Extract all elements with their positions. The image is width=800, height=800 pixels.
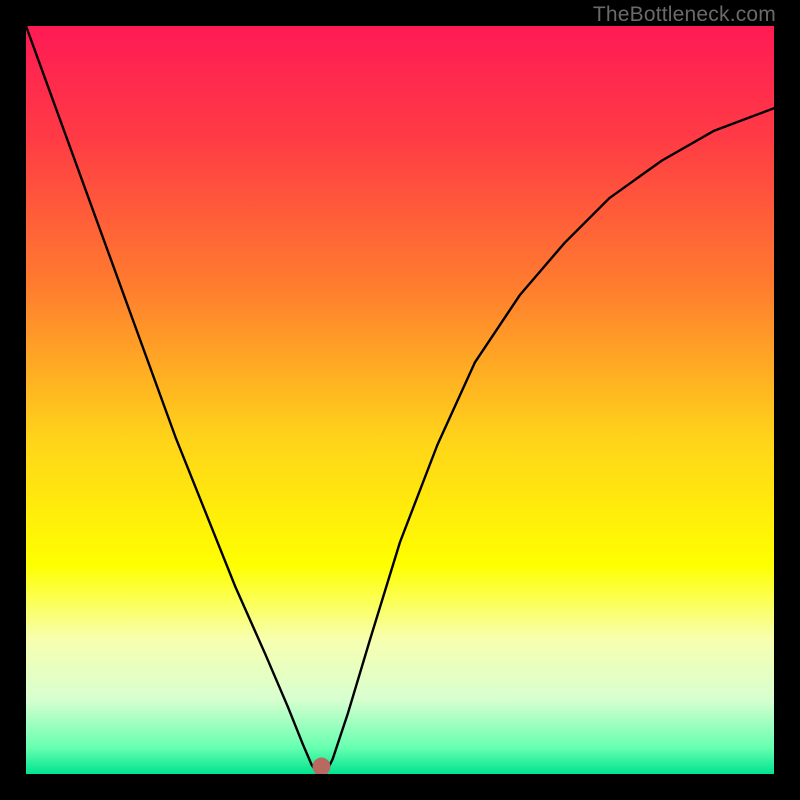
chart-frame: TheBottleneck.com xyxy=(0,0,800,800)
gradient-background xyxy=(26,26,774,774)
chart-svg xyxy=(26,26,774,774)
plot-area xyxy=(26,26,774,774)
watermark-text: TheBottleneck.com xyxy=(593,3,776,27)
